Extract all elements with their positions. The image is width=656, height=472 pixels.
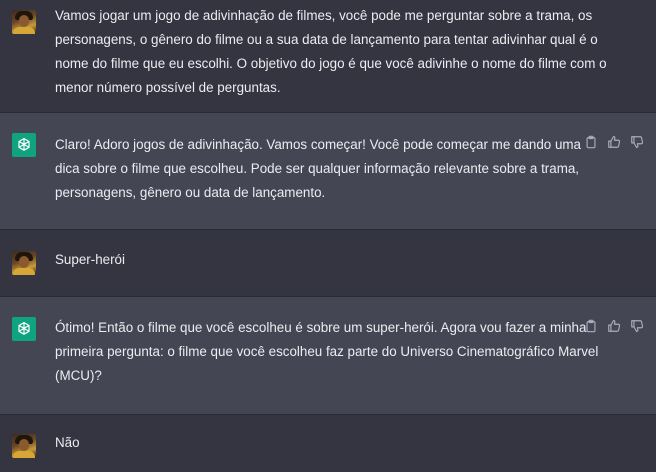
thumbs-down-icon[interactable] <box>630 135 644 149</box>
user-message: Super-herói <box>0 230 656 297</box>
message-line: Vamos jogar um jogo de adivinhação de fi… <box>55 8 593 23</box>
message-line: personagens, o gênero do filme ou a sua … <box>55 32 598 47</box>
clipboard-icon[interactable] <box>584 319 598 333</box>
thumbs-up-icon[interactable] <box>607 319 621 333</box>
message-line: Não <box>55 435 80 450</box>
message-line: personagens, gênero ou data de lançament… <box>55 185 326 200</box>
clipboard-icon[interactable] <box>584 135 598 149</box>
user-avatar <box>12 251 36 275</box>
user-avatar <box>12 10 36 34</box>
assistant-message: Ótimo! Então o filme que você escolheu é… <box>0 297 656 415</box>
message-line: (MCU)? <box>55 368 102 383</box>
message-line: Ótimo! Então o filme que você escolheu é… <box>55 320 587 335</box>
user-message: Não <box>0 415 656 472</box>
message-text: Não <box>55 431 80 455</box>
openai-logo-icon <box>12 317 36 341</box>
message-text: Vamos jogar um jogo de adivinhação de fi… <box>55 4 607 100</box>
message-actions <box>584 135 644 149</box>
message-line: nome do filme que eu escolhi. O objetivo… <box>55 56 607 71</box>
user-avatar <box>12 434 36 458</box>
user-message: Vamos jogar um jogo de adivinhação de fi… <box>0 0 656 113</box>
chat-thread: Vamos jogar um jogo de adivinhação de fi… <box>0 0 656 472</box>
message-text: Super-herói <box>55 248 125 272</box>
message-line: Claro! Adoro jogos de adivinhação. Vamos… <box>55 137 582 152</box>
message-line: menor número possível de perguntas. <box>55 80 281 95</box>
message-text: Ótimo! Então o filme que você escolheu é… <box>55 316 598 388</box>
message-actions <box>584 319 644 333</box>
message-line: dica sobre o filme que escolheu. Pode se… <box>55 161 580 176</box>
assistant-message: Claro! Adoro jogos de adivinhação. Vamos… <box>0 113 656 230</box>
thumbs-up-icon[interactable] <box>607 135 621 149</box>
message-text: Claro! Adoro jogos de adivinhação. Vamos… <box>55 133 581 205</box>
thumbs-down-icon[interactable] <box>630 319 644 333</box>
message-line: primeira pergunta: o filme que você esco… <box>55 344 599 359</box>
message-line: Super-herói <box>55 252 125 267</box>
openai-logo-icon <box>12 133 36 157</box>
